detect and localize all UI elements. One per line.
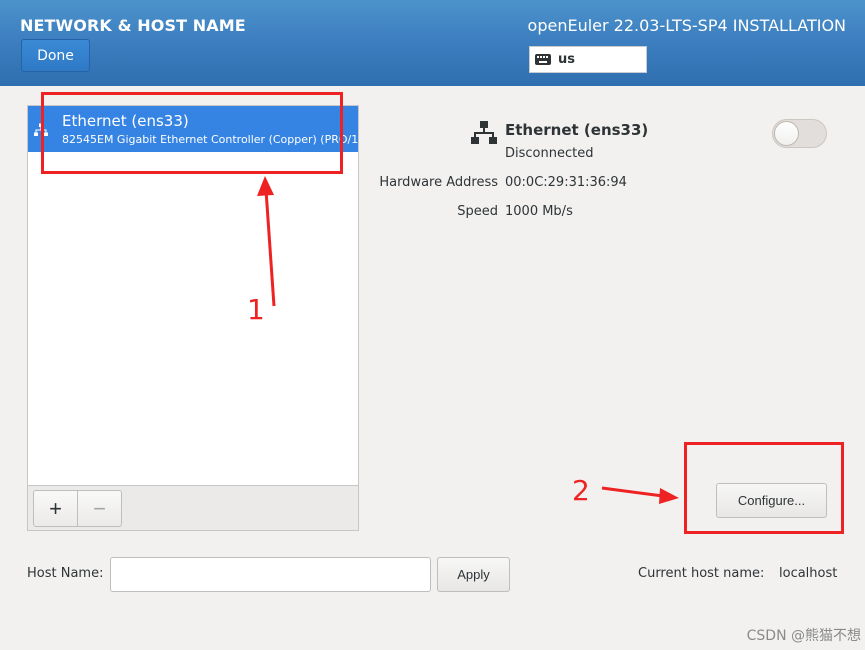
done-button[interactable]: Done: [21, 39, 90, 72]
speed-value: 1000 Mb/s: [505, 204, 573, 219]
remove-device-button[interactable]: −: [77, 490, 122, 527]
annotation-number-2: 2: [572, 474, 590, 507]
device-name-heading: Ethernet (ens33): [505, 121, 649, 139]
keyboard-layout-label: us: [558, 52, 575, 67]
keyboard-icon: [535, 54, 551, 65]
hardware-address-value: 00:0C:29:31:36:94: [505, 175, 627, 190]
speed-label: Speed: [457, 204, 498, 219]
device-status: Disconnected: [505, 146, 594, 161]
wired-network-icon: [471, 121, 497, 144]
add-device-button[interactable]: +: [33, 490, 78, 527]
annotation-number-1: 1: [247, 293, 265, 326]
current-host-name-value: localhost: [779, 566, 838, 581]
current-host-name-label: Current host name:: [638, 566, 765, 581]
annotation-box-1: [41, 92, 343, 174]
hardware-address-label: Hardware Address: [379, 175, 498, 190]
host-name-input[interactable]: [110, 557, 431, 592]
annotation-arrow-2: [601, 486, 664, 498]
product-title: openEuler 22.03-LTS-SP4 INSTALLATION: [527, 16, 846, 35]
annotation-arrowhead-2: [659, 488, 679, 504]
keyboard-layout-indicator[interactable]: us: [529, 46, 647, 73]
apply-hostname-button[interactable]: Apply: [437, 557, 510, 592]
watermark: CSDN @熊猫不想: [746, 628, 861, 644]
spoke-title: NETWORK & HOST NAME: [20, 16, 246, 35]
switch-knob: [774, 121, 799, 146]
device-list-toolbar: + −: [28, 485, 358, 530]
header-bar: NETWORK & HOST NAME Done openEuler 22.03…: [0, 0, 865, 86]
host-name-label: Host Name:: [27, 566, 104, 581]
device-enable-switch[interactable]: [772, 119, 827, 148]
annotation-box-2: [684, 442, 844, 534]
